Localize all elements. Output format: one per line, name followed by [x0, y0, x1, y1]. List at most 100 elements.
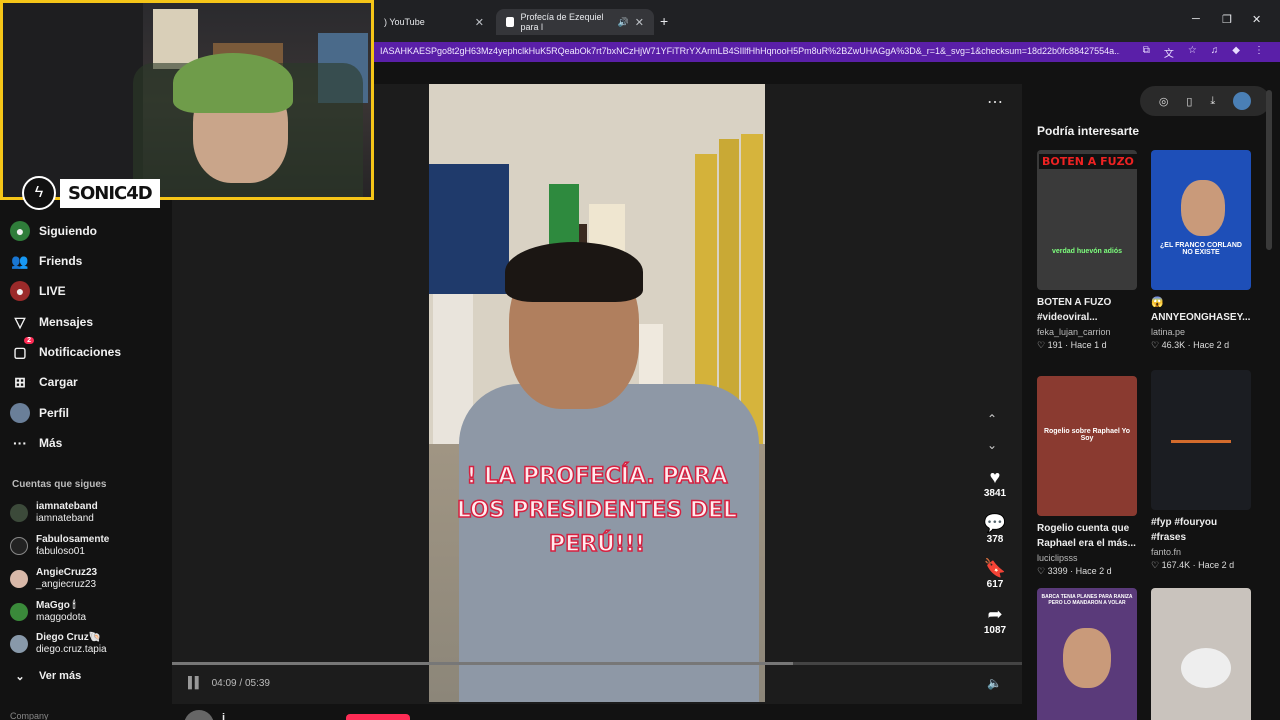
like-button[interactable]: ♥ 3841	[977, 466, 1013, 499]
more-options-icon[interactable]: ⋯	[987, 92, 1003, 112]
upload-icon: ⊞	[14, 373, 26, 390]
new-tab-button[interactable]: +	[660, 13, 668, 29]
streamer-name: SONIC4D	[60, 178, 160, 208]
avatar	[10, 570, 28, 588]
more-icon: ···	[13, 435, 27, 451]
card-user: latina.pe	[1151, 327, 1186, 337]
close-icon[interactable]: ✕	[635, 16, 644, 29]
previous-video-icon[interactable]: ⌃	[987, 412, 997, 426]
top-tools: ◎ ▯ ⤓	[1140, 86, 1270, 116]
recommended-video-card[interactable]: #fyp #fouryou #frases fanto.fn ♡ 167.4K …	[1151, 370, 1251, 571]
footer-company-link[interactable]: Company	[10, 711, 49, 720]
card-age: Hace 2 d	[1075, 566, 1112, 576]
sidebar-item-notifications[interactable]: ▢ 2 Notificaciones	[10, 337, 122, 362]
webcam-overlay	[0, 0, 374, 200]
see-more-button[interactable]: ⌄ Ver más	[10, 666, 81, 686]
notifications-icon: ▢ 2	[10, 337, 34, 362]
next-video-icon[interactable]: ⌄	[987, 438, 997, 452]
sidebar-item-messages[interactable]: ▽ Mensajes	[10, 312, 93, 332]
minimize-icon[interactable]: ─	[1192, 13, 1200, 25]
card-age: Hace 2 d	[1198, 560, 1235, 570]
sidebar-item-label: Mensajes	[39, 315, 94, 329]
media-icon[interactable]: ♫	[1211, 45, 1219, 60]
save-button[interactable]: 🔖 617	[977, 557, 1013, 590]
heart-icon: ♡	[1151, 560, 1162, 570]
recommended-video-card[interactable]: ¿EL FRANCO CORLAND NO EXISTE 😱 ANNYEONGH…	[1151, 150, 1251, 351]
speaker-icon[interactable]: 🔊	[618, 17, 629, 28]
card-meta: ♡ 167.4K · Hace 2 d	[1151, 560, 1235, 570]
compass-icon[interactable]: ◎	[1159, 95, 1169, 108]
author-avatar[interactable]	[184, 710, 214, 720]
url-field[interactable]: IASAHKAESPgo8t2gH63Mz4yephclkHuK5RQeabOk…	[380, 46, 1120, 56]
account-handle: fabuloso01	[36, 546, 85, 557]
restore-icon[interactable]: ❐	[1222, 13, 1232, 26]
video-thumbnail: BARCA TENIA PLANES PARA RANIZA PERO LO M…	[1037, 588, 1137, 720]
progress-fill	[172, 662, 793, 665]
pause-icon[interactable]: ▌▌	[188, 677, 203, 689]
left-sidebar: ● Siguiendo 👥 Friends ● LIVE ▽ Mensajes …	[0, 200, 172, 720]
download-icon[interactable]: ⤓	[1210, 95, 1215, 108]
followed-account[interactable]: iamnateband iamnateband	[10, 501, 98, 525]
tab-label: Profecía de Ezequiel para l	[520, 12, 604, 32]
sidebar-item-upload[interactable]: ⊞ Cargar	[10, 372, 78, 392]
sidebar-item-label: Siguiendo	[39, 224, 97, 238]
card-caption: #fyp #fouryou #frases	[1151, 517, 1218, 543]
followed-account[interactable]: MaGgo 🕯 maggodota	[10, 600, 86, 624]
menu-icon[interactable]: ⋮	[1254, 45, 1264, 60]
comment-icon: 💬	[983, 513, 1007, 533]
person-hair	[505, 242, 643, 302]
sidebar-item-label: Notificaciones	[39, 345, 122, 359]
video-progress-bar[interactable]	[172, 662, 1022, 665]
sidebar-item-following[interactable]: ● Siguiendo	[10, 221, 97, 241]
account-name: Diego Cruz🐚	[36, 632, 102, 643]
followed-account[interactable]: Fabulosamente fabuloso01	[10, 534, 109, 558]
avatar	[10, 537, 28, 555]
translate-icon[interactable]: 文	[1164, 45, 1174, 60]
video-frame[interactable]: ! LA PROFECÍA. PARA LOS PRESIDENTES DEL …	[429, 84, 765, 702]
video-thumbnail: BOTEN A FUZO verdad huevón adiós	[1037, 150, 1137, 290]
sidebar-item-more[interactable]: ··· Más	[10, 433, 62, 453]
close-icon[interactable]: ✕	[475, 16, 484, 29]
sidebar-item-live[interactable]: ● LIVE	[10, 281, 66, 301]
time-readout: 04:09 / 05:39	[211, 677, 270, 689]
recommended-video-card[interactable]: Rogelio sobre Raphael Yo Soy Rogelio cue…	[1037, 376, 1137, 577]
panel-scrollbar[interactable]	[1266, 90, 1272, 250]
recommended-video-card[interactable]	[1151, 588, 1251, 720]
card-likes: 167.4K	[1161, 560, 1191, 570]
thumbnail-tag: BOTEN A FUZO	[1039, 154, 1137, 169]
card-caption: Rogelio cuenta que Raphael era el más...	[1037, 523, 1136, 549]
account-handle: _angiecruz23	[36, 579, 97, 590]
device-icon[interactable]: ▯	[1186, 95, 1192, 108]
card-likes: 46.3K	[1161, 340, 1186, 350]
extension-icon[interactable]: ◆	[1232, 45, 1240, 60]
followed-account[interactable]: AngieCruz23 _angiecruz23	[10, 567, 97, 591]
install-icon[interactable]: ⧉	[1143, 45, 1150, 60]
tab-tiktok[interactable]: Profecía de Ezequiel para l 🔊 ✕	[496, 9, 654, 35]
sidebar-item-profile[interactable]: Perfil	[10, 403, 69, 423]
sidebar-item-label: LIVE	[39, 284, 66, 298]
heart-icon: ♡	[1151, 340, 1162, 350]
sidebar-item-friends[interactable]: 👥 Friends	[10, 251, 82, 271]
follow-button[interactable]	[346, 714, 410, 720]
volume-icon[interactable]: 🔈	[987, 676, 1002, 690]
share-icon: ➦	[987, 604, 1003, 624]
avatar	[10, 603, 28, 621]
comment-count: 378	[986, 534, 1004, 545]
bookmark-star-icon[interactable]: ☆	[1188, 45, 1197, 60]
tab-youtube[interactable]: ) YouTube ✕	[374, 9, 494, 35]
card-caption: 😱 ANNYEONGHASEY...	[1151, 297, 1251, 323]
streamer-hat	[173, 53, 293, 113]
recommended-video-card[interactable]: BOTEN A FUZO verdad huevón adiós BOTEN A…	[1037, 150, 1137, 351]
profile-avatar-icon[interactable]	[1233, 92, 1252, 110]
recommendations-panel: ◎ ▯ ⤓ Podría interesarte BOTEN A FUZO ve…	[1022, 62, 1280, 720]
comment-button[interactable]: 💬 378	[977, 512, 1013, 545]
followed-account[interactable]: Diego Cruz🐚 diego.cruz.tapia	[10, 632, 107, 656]
video-overlay-text: ! LA PROFECÍA. PARA LOS PRESIDENTES DEL …	[429, 460, 765, 562]
avatar	[10, 504, 28, 522]
recommended-video-card[interactable]: BARCA TENIA PLANES PARA RANIZA PERO LO M…	[1037, 588, 1137, 720]
account-handle: iamnateband	[36, 513, 94, 524]
video-thumbnail: Rogelio sobre Raphael Yo Soy	[1037, 376, 1137, 516]
share-button[interactable]: ➦ 1087	[977, 603, 1013, 636]
close-window-icon[interactable]: ✕	[1252, 13, 1261, 26]
author-name[interactable]: j	[222, 712, 225, 720]
